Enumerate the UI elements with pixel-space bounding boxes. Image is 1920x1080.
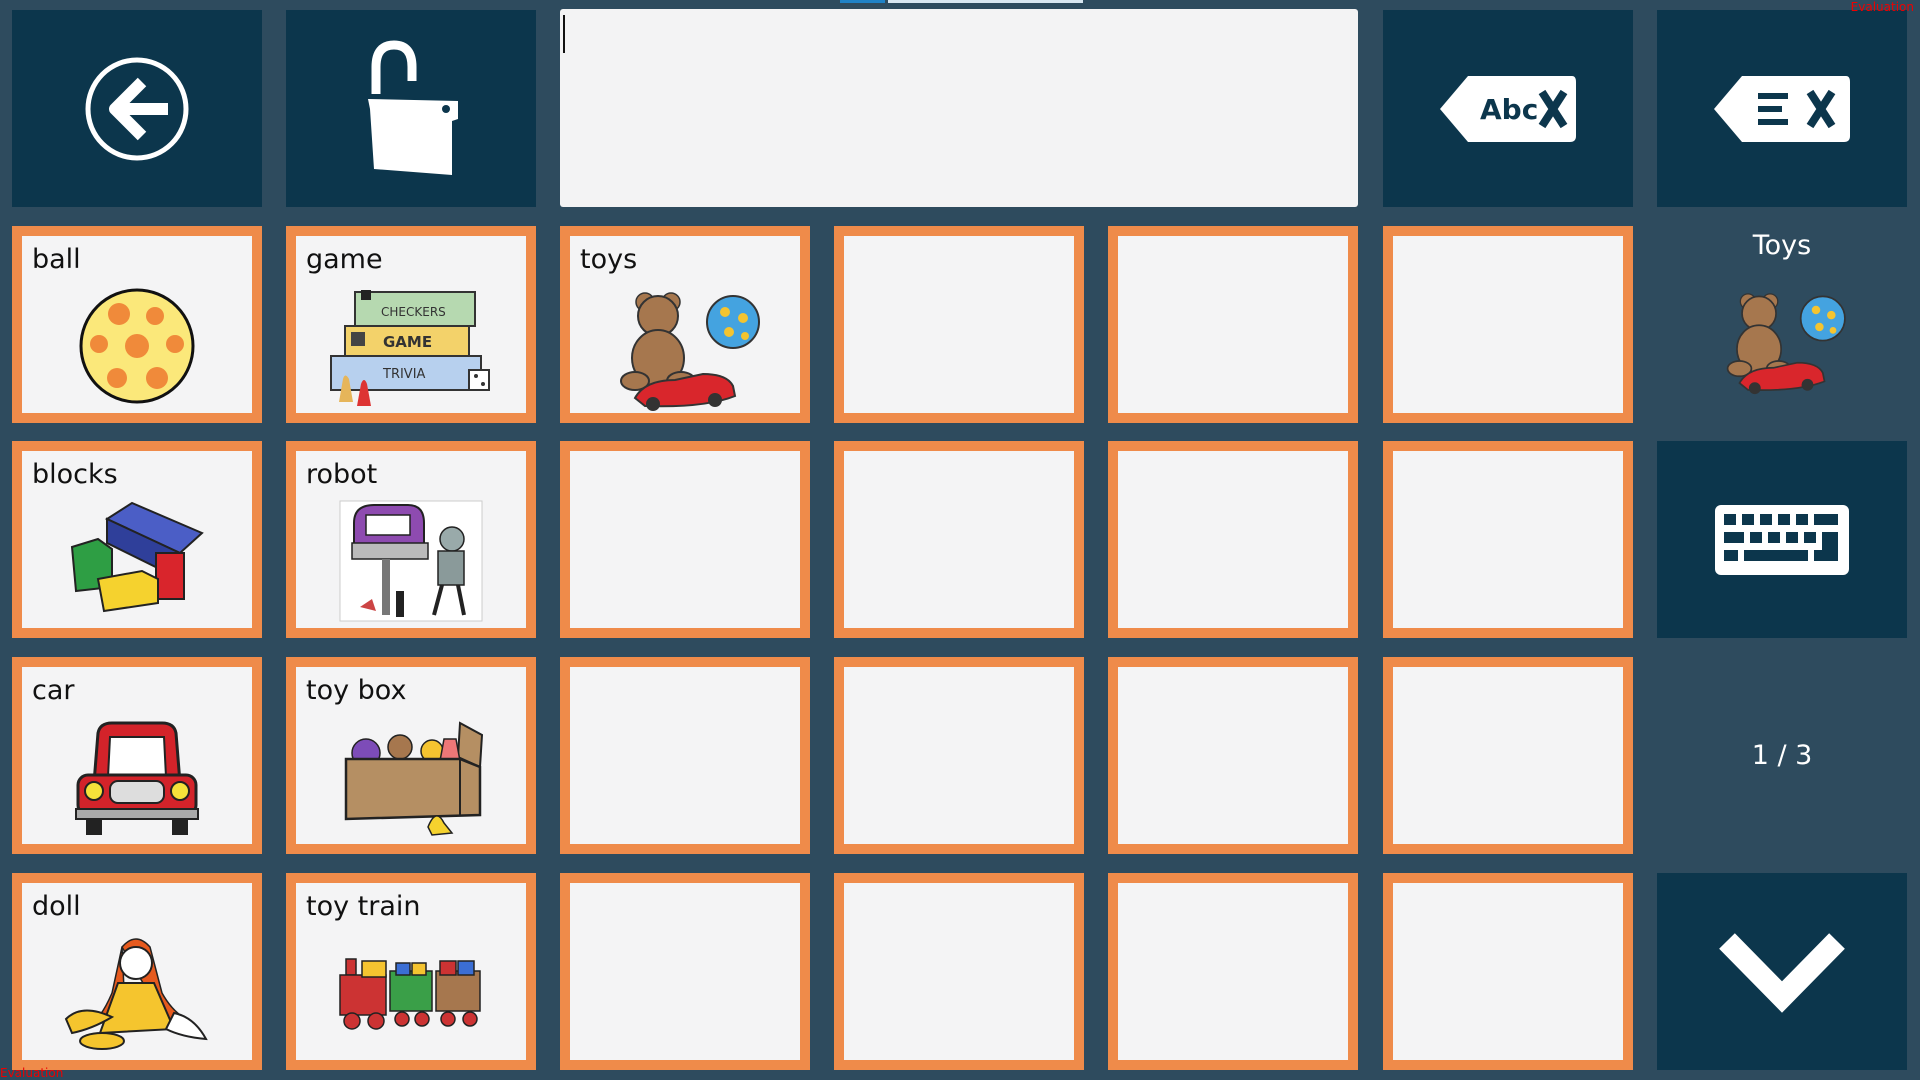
top-strip-accent-light	[888, 0, 1083, 3]
symbol-cell-game[interactable]: game CHECKERS GAME TRIVIA	[286, 226, 536, 423]
empty-cell[interactable]	[1108, 441, 1358, 638]
cell-label: robot	[306, 459, 378, 490]
toy-train-icon	[339, 958, 481, 1030]
game-box-text: GAME	[383, 333, 432, 351]
symbol-cell-doll[interactable]: doll	[12, 873, 262, 1070]
empty-cell[interactable]	[560, 873, 810, 1070]
top-strip-accent	[840, 0, 885, 3]
empty-cell[interactable]	[1383, 657, 1633, 854]
empty-cell[interactable]	[1383, 873, 1633, 1070]
evaluation-watermark-top: Evaluation	[1850, 0, 1914, 14]
empty-cell[interactable]	[1108, 657, 1358, 854]
empty-cell[interactable]	[1383, 441, 1633, 638]
cell-label: toys	[580, 244, 638, 275]
cell-label: toy train	[306, 891, 421, 922]
unlock-icon	[368, 39, 458, 175]
category-label: Toys	[1752, 230, 1812, 261]
clear-word-button[interactable]: Abc	[1383, 10, 1633, 207]
empty-cell[interactable]	[834, 873, 1084, 1070]
board-games-icon: CHECKERS GAME TRIVIA	[330, 290, 490, 406]
symbol-cell-ball[interactable]: ball	[12, 226, 262, 423]
cell-label: toy box	[306, 675, 407, 706]
symbol-cell-toy-train[interactable]: toy train	[286, 873, 536, 1070]
message-text-box[interactable]	[560, 9, 1358, 207]
chevron-down-icon	[1719, 932, 1845, 1013]
empty-cell[interactable]	[1383, 226, 1633, 423]
category-tile[interactable]: Toys	[1657, 226, 1907, 423]
empty-cell[interactable]	[1108, 873, 1358, 1070]
keyboard-button[interactable]	[1657, 441, 1907, 638]
symbol-cell-toys[interactable]: toys	[560, 226, 810, 423]
checkers-box-text: CHECKERS	[381, 305, 446, 319]
cell-label: ball	[32, 244, 81, 275]
back-button[interactable]	[12, 10, 262, 207]
next-page-button[interactable]	[1657, 873, 1907, 1070]
toy-box-icon	[344, 721, 484, 836]
lock-button[interactable]	[286, 10, 536, 207]
doll-icon	[64, 938, 208, 1050]
symbol-cell-robot[interactable]: robot	[286, 441, 536, 638]
empty-cell[interactable]	[834, 657, 1084, 854]
cell-label: game	[306, 244, 383, 275]
empty-cell[interactable]	[834, 226, 1084, 423]
keyboard-icon	[1715, 504, 1849, 575]
clear-word-label: Abc	[1480, 93, 1538, 126]
symbol-cell-blocks[interactable]: blocks	[12, 441, 262, 638]
back-arrow-icon	[85, 57, 189, 160]
car-icon	[75, 721, 199, 835]
page-indicator: 1 / 3	[1751, 740, 1813, 771]
clear-all-button[interactable]	[1657, 10, 1907, 207]
toys-icon	[1726, 293, 1846, 395]
toys-icon	[620, 292, 760, 411]
evaluation-watermark-bottom: Evaluation	[0, 1066, 64, 1080]
clear-all-icon	[1714, 75, 1850, 142]
ball-icon	[79, 288, 195, 404]
cell-label: blocks	[32, 459, 118, 490]
symbol-cell-toy-box[interactable]: toy box	[286, 657, 536, 854]
empty-cell[interactable]	[1108, 226, 1358, 423]
empty-cell[interactable]	[834, 441, 1084, 638]
symbol-cell-car[interactable]: car	[12, 657, 262, 854]
text-caret	[563, 15, 565, 53]
cell-label: car	[32, 675, 75, 706]
empty-cell[interactable]	[560, 441, 810, 638]
robot-icon	[339, 500, 483, 622]
cell-label: doll	[32, 891, 81, 922]
blocks-icon	[70, 501, 204, 613]
backspace-word-icon: Abc	[1440, 75, 1576, 142]
trivia-box-text: TRIVIA	[382, 367, 426, 382]
empty-cell[interactable]	[560, 657, 810, 854]
